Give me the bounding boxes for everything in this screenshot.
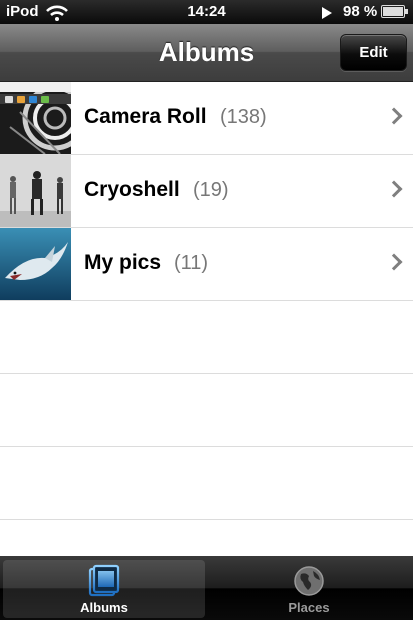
album-thumbnail xyxy=(0,155,71,227)
chevron-right-icon xyxy=(385,253,403,271)
album-thumbnail xyxy=(0,82,71,154)
chevron-right-icon xyxy=(385,180,403,198)
album-count: (11) xyxy=(174,252,209,274)
edit-button[interactable]: Edit xyxy=(340,34,407,71)
album-count: (19) xyxy=(193,179,229,201)
play-icon xyxy=(322,7,332,19)
album-row-cryoshell[interactable]: Cryoshell (19) xyxy=(0,155,413,228)
battery-icon xyxy=(381,5,408,18)
album-count: (138) xyxy=(220,106,267,128)
battery-percent: 98 % xyxy=(343,3,378,20)
album-row-my-pics[interactable]: My pics (11) xyxy=(0,228,413,301)
empty-row xyxy=(0,447,413,520)
album-name: Cryoshell xyxy=(84,178,180,201)
battery-fill xyxy=(383,7,403,16)
album-name: Camera Roll xyxy=(84,105,207,128)
tab-label: Albums xyxy=(80,600,128,615)
tab-bar: Albums Places xyxy=(0,556,413,620)
album-list: Camera Roll (138) Cryoshell (19) My pics… xyxy=(0,82,413,520)
empty-row xyxy=(0,301,413,374)
album-row-camera-roll[interactable]: Camera Roll (138) xyxy=(0,82,413,155)
albums-icon xyxy=(88,564,120,597)
tab-label: Places xyxy=(288,600,330,615)
globe-icon xyxy=(294,566,324,596)
empty-row xyxy=(0,374,413,447)
nav-bar: Albums Edit xyxy=(0,24,413,82)
tab-places[interactable]: Places xyxy=(208,560,410,618)
album-thumbnail xyxy=(0,228,71,300)
album-name: My pics xyxy=(84,251,162,274)
tab-albums[interactable]: Albums xyxy=(3,560,205,618)
chevron-right-icon xyxy=(385,107,403,125)
status-bar: iPod 14:24 98 % xyxy=(0,0,413,24)
